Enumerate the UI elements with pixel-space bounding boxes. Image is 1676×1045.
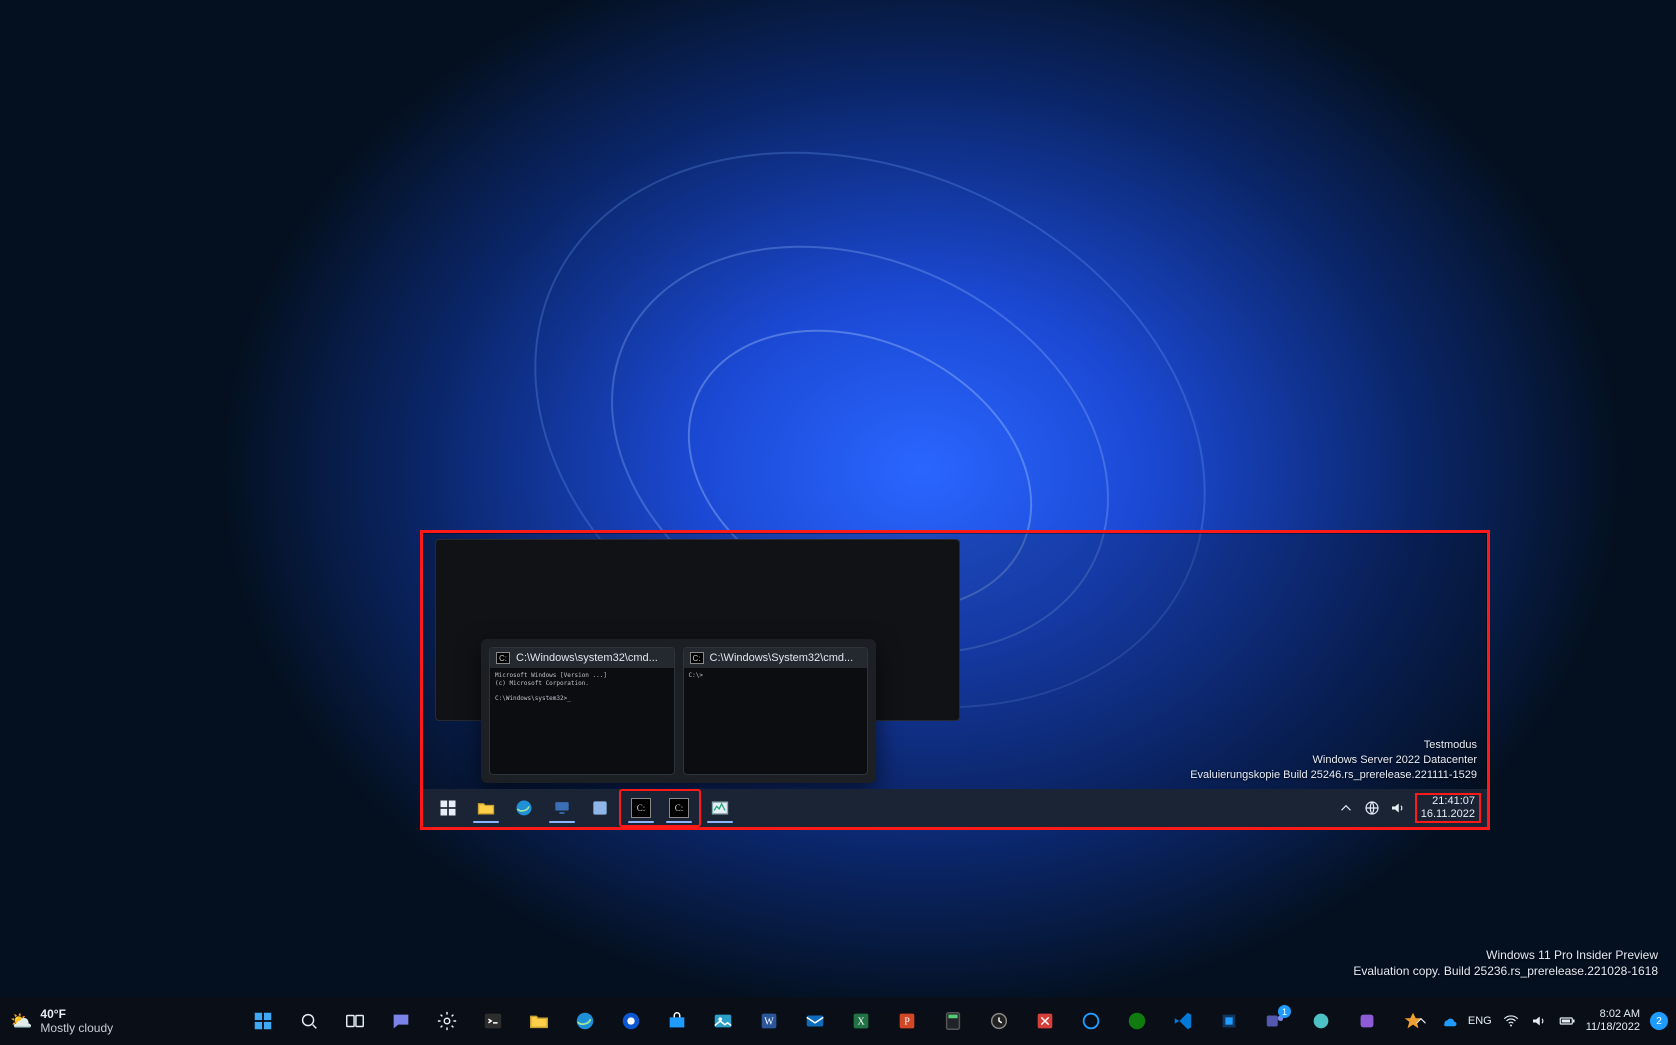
- vscode-icon[interactable]: [1165, 1003, 1201, 1039]
- browser-icon[interactable]: [613, 1003, 649, 1039]
- inner-clock-highlighted[interactable]: 21:41:07 16.11.2022: [1415, 793, 1481, 822]
- preview-body: Microsoft Windows [Version ...] (c) Micr…: [490, 668, 674, 774]
- edge-icon[interactable]: [567, 1003, 603, 1039]
- inner-watermark: Testmodus Windows Server 2022 Datacenter…: [1190, 738, 1477, 783]
- snipping-icon[interactable]: [1027, 1003, 1063, 1039]
- preview-title-text: C:\Windows\System32\cmd...: [710, 652, 854, 664]
- svg-text:W: W: [764, 1017, 774, 1028]
- host-watermark-line1: Windows 11 Pro Insider Preview: [1353, 947, 1658, 963]
- tray-language[interactable]: ENG: [1468, 1015, 1492, 1027]
- annotation-highlight-region: C: C:\Windows\system32\cmd... Microsoft …: [420, 530, 1490, 830]
- inner-network-icon[interactable]: [1363, 799, 1381, 817]
- inner-watermark-line2: Windows Server 2022 Datacenter: [1190, 753, 1477, 768]
- preview-title-text: C:\Windows\system32\cmd...: [516, 652, 658, 664]
- terminal-icon[interactable]: [475, 1003, 511, 1039]
- taskbar-app-row: W X P 1: [245, 997, 1431, 1045]
- inner-clock-date: 16.11.2022: [1421, 808, 1475, 821]
- onedrive-icon[interactable]: [1440, 1012, 1458, 1030]
- inner-app-icon[interactable]: [584, 792, 616, 824]
- inner-clock-time: 21:41:07: [1421, 795, 1475, 808]
- inner-taskbar: C: C: 21:41:07 16.11.2022: [423, 789, 1487, 827]
- inner-watermark-line1: Testmodus: [1190, 738, 1477, 753]
- host-watermark-line2: Evaluation copy. Build 25236.rs_prerelea…: [1353, 963, 1658, 979]
- inner-volume-icon[interactable]: [1389, 799, 1407, 817]
- inner-watermark-line3: Evaluierungskopie Build 25246.rs_prerele…: [1190, 768, 1477, 783]
- weather-temp: 40°F: [40, 1007, 113, 1021]
- host-taskbar: ⛅ 40°F Mostly cloudy: [0, 997, 1676, 1045]
- inner-system-tray: 21:41:07 16.11.2022: [1337, 789, 1481, 827]
- notification-count[interactable]: 2: [1650, 1012, 1668, 1030]
- annotation-highlight-cmd-group: C: C:: [619, 789, 701, 827]
- settings-icon[interactable]: [429, 1003, 465, 1039]
- clock-icon[interactable]: [981, 1003, 1017, 1039]
- host-watermark: Windows 11 Pro Insider Preview Evaluatio…: [1353, 947, 1658, 979]
- task-view-button[interactable]: [337, 1003, 373, 1039]
- excel-icon[interactable]: X: [843, 1003, 879, 1039]
- app-icon-generic-1[interactable]: [1303, 1003, 1339, 1039]
- calculator-icon[interactable]: [935, 1003, 971, 1039]
- preview-thumbnail-cmd-2[interactable]: C: C:\Windows\System32\cmd... C:\>: [683, 647, 869, 775]
- taskbar-preview-popup: C: C:\Windows\system32\cmd... Microsoft …: [481, 639, 876, 783]
- volume-icon[interactable]: [1530, 1012, 1548, 1030]
- start-button[interactable]: [245, 1003, 281, 1039]
- explorer-icon[interactable]: [521, 1003, 557, 1039]
- host-system-tray: ENG 8:02 AM 11/18/2022 2: [1412, 997, 1668, 1045]
- tray-chevron-icon[interactable]: [1412, 1012, 1430, 1030]
- app-icon-generic-2[interactable]: [1349, 1003, 1385, 1039]
- host-clock-time: 8:02 AM: [1586, 1008, 1640, 1021]
- weather-desc: Mostly cloudy: [40, 1021, 113, 1035]
- inner-server-manager-icon[interactable]: [546, 792, 578, 824]
- weather-widget[interactable]: ⛅ 40°F Mostly cloudy: [10, 997, 113, 1045]
- inner-cmd-icon-1[interactable]: C:: [625, 792, 657, 824]
- preview-title: C: C:\Windows\System32\cmd...: [684, 648, 868, 668]
- inner-explorer-icon[interactable]: [470, 792, 502, 824]
- teams-icon[interactable]: 1: [1257, 1003, 1293, 1039]
- inner-start-button[interactable]: [432, 792, 464, 824]
- inner-edge-icon[interactable]: [508, 792, 540, 824]
- preview-body: C:\>: [684, 668, 868, 774]
- inner-cmd-icon-2[interactable]: C:: [663, 792, 695, 824]
- cmd-icon: C:: [669, 798, 689, 818]
- cmd-icon: C:: [690, 652, 704, 664]
- xbox-icon[interactable]: [1119, 1003, 1155, 1039]
- cmd-icon: C:: [496, 652, 510, 664]
- battery-icon[interactable]: [1558, 1012, 1576, 1030]
- wifi-icon[interactable]: [1502, 1012, 1520, 1030]
- photos-icon[interactable]: [705, 1003, 741, 1039]
- preview-title: C: C:\Windows\system32\cmd...: [490, 648, 674, 668]
- preview-thumbnail-cmd-1[interactable]: C: C:\Windows\system32\cmd... Microsoft …: [489, 647, 675, 775]
- mail-icon[interactable]: [797, 1003, 833, 1039]
- svg-text:P: P: [904, 1017, 910, 1028]
- teams-badge: 1: [1278, 1005, 1291, 1018]
- virtualbox-icon[interactable]: [1211, 1003, 1247, 1039]
- cortana-icon[interactable]: [1073, 1003, 1109, 1039]
- powerpoint-icon[interactable]: P: [889, 1003, 925, 1039]
- store-icon[interactable]: [659, 1003, 695, 1039]
- inner-tray-chevron-icon[interactable]: [1337, 799, 1355, 817]
- host-clock[interactable]: 8:02 AM 11/18/2022: [1586, 1008, 1640, 1034]
- word-icon[interactable]: W: [751, 1003, 787, 1039]
- weather-cloud-icon: ⛅: [10, 1011, 32, 1032]
- host-clock-date: 11/18/2022: [1586, 1021, 1640, 1034]
- inner-process-monitor-icon[interactable]: [704, 792, 736, 824]
- cmd-icon: C:: [631, 798, 651, 818]
- chat-button[interactable]: [383, 1003, 419, 1039]
- search-button[interactable]: [291, 1003, 327, 1039]
- svg-text:X: X: [857, 1017, 865, 1028]
